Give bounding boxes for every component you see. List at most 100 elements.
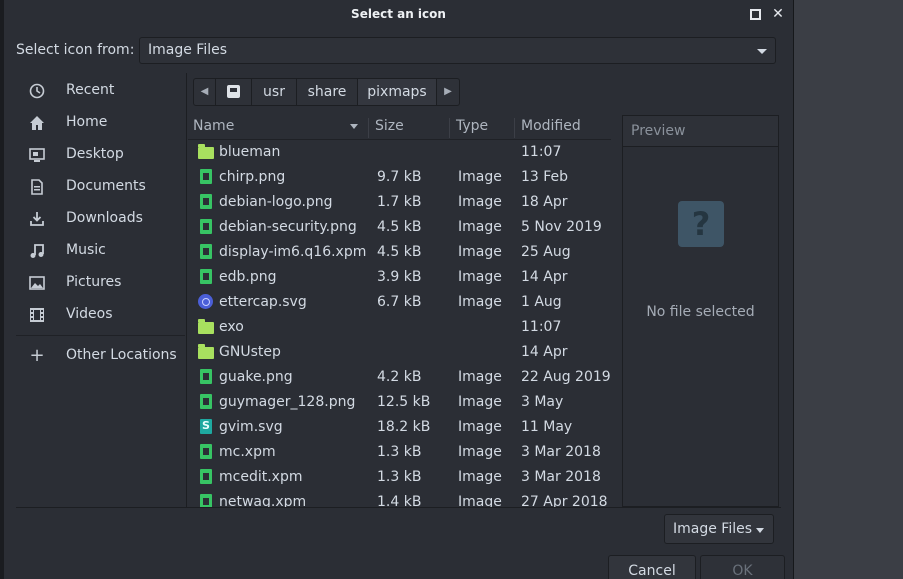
file-size: 1.3 kB: [377, 444, 422, 460]
clock-icon: [28, 82, 46, 100]
file-row[interactable]: ettercap.svg 6.7 kB Image 1 Aug: [188, 290, 611, 315]
file-modified: 3 Mar 2018: [521, 469, 601, 485]
path-scroll-right-button[interactable]: ▶: [437, 79, 459, 105]
column-header-type[interactable]: Type: [449, 118, 488, 138]
file-row[interactable]: blueman 11:07: [188, 140, 611, 165]
question-glyph: ?: [691, 205, 711, 243]
file-row[interactable]: mc.xpm 1.3 kB Image 3 Mar 2018: [188, 440, 611, 465]
file-row[interactable]: GNUstep 14 Apr: [188, 340, 611, 365]
sidebar-item-desktop[interactable]: Desktop: [16, 139, 185, 169]
file-row[interactable]: debian-logo.png 1.7 kB Image 18 Apr: [188, 190, 611, 215]
file-row[interactable]: chirp.png 9.7 kB Image 13 Feb: [188, 165, 611, 190]
close-icon[interactable]: ✕: [770, 6, 786, 22]
file-type: Image: [458, 169, 502, 185]
file-size: 1.4 kB: [377, 494, 422, 507]
file-size: 4.5 kB: [377, 219, 422, 235]
file-row[interactable]: guake.png 4.2 kB Image 22 Aug 2019: [188, 365, 611, 390]
file-modified: 25 Aug: [521, 244, 571, 260]
desktop-icon: [28, 146, 46, 164]
file-type: Image: [458, 244, 502, 260]
image-file-icon: [197, 443, 215, 461]
question-icon: ?: [678, 201, 724, 247]
sidebar-item-recent[interactable]: Recent: [16, 75, 185, 105]
sidebar-item-label: Music: [66, 242, 106, 258]
maximize-icon[interactable]: [747, 6, 763, 22]
path-segment-usr[interactable]: usr: [252, 79, 297, 105]
sidebar-item-home[interactable]: Home: [16, 107, 185, 137]
file-name: debian-logo.png: [219, 194, 333, 210]
file-type: Image: [458, 219, 502, 235]
videos-icon: [28, 306, 46, 324]
file-row[interactable]: display-im6.q16.xpm 4.5 kB Image 25 Aug: [188, 240, 611, 265]
pictures-icon: [28, 274, 46, 292]
file-row[interactable]: debian-security.png 4.5 kB Image 5 Nov 2019: [188, 215, 611, 240]
file-modified: 3 Mar 2018: [521, 444, 601, 460]
column-header-modified[interactable]: Modified: [514, 118, 581, 138]
sidebar-item-music[interactable]: Music: [16, 235, 185, 265]
path-scroll-left-button[interactable]: ◀: [194, 79, 216, 105]
sidebar-item-label: Desktop: [66, 146, 124, 162]
file-name: edb.png: [219, 269, 277, 285]
sidebar-item-label: Pictures: [66, 274, 122, 290]
folder-icon: [197, 318, 215, 336]
file-row[interactable]: netwag.xpm 1.4 kB Image 27 Apr 2018: [188, 490, 611, 507]
sidebar-item-pictures[interactable]: Pictures: [16, 267, 185, 297]
image-file-icon: [197, 218, 215, 236]
file-name: guake.png: [219, 369, 293, 385]
sidebar-item-downloads[interactable]: Downloads: [16, 203, 185, 233]
file-name: netwag.xpm: [219, 494, 307, 507]
path-bar: ◀ usr share pixmaps ▶: [193, 78, 460, 106]
file-list-header: Name Size Type Modified: [188, 113, 611, 140]
file-size: 9.7 kB: [377, 169, 422, 185]
file-row[interactable]: edb.png 3.9 kB Image 14 Apr: [188, 265, 611, 290]
file-row[interactable]: gvim.svg 18.2 kB Image 11 May: [188, 415, 611, 440]
image-file-icon: [197, 168, 215, 186]
file-modified: 11:07: [521, 319, 562, 335]
path-segment-share[interactable]: share: [297, 79, 358, 105]
preview-header: Preview: [623, 116, 778, 147]
path-root-button[interactable]: [216, 79, 252, 105]
file-type: Image: [458, 494, 502, 507]
chevron-down-icon: [756, 528, 764, 533]
column-header-name[interactable]: Name: [193, 118, 234, 138]
file-type: Image: [458, 394, 502, 410]
file-type-filter[interactable]: Image Files: [664, 514, 774, 544]
file-modified: 3 May: [521, 394, 564, 410]
file-type: Image: [458, 369, 502, 385]
file-modified: 1 Aug: [521, 294, 562, 310]
sidebar-item-label: Home: [66, 114, 108, 130]
sidebar-item-videos[interactable]: Videos: [16, 299, 185, 329]
sidebar-item-label: Documents: [66, 178, 146, 194]
image-file-icon: [197, 468, 215, 486]
file-name: exo: [219, 319, 244, 335]
file-row[interactable]: mcedit.xpm 1.3 kB Image 3 Mar 2018: [188, 465, 611, 490]
file-name: GNUstep: [219, 344, 281, 360]
file-row[interactable]: guymager_128.png 12.5 kB Image 3 May: [188, 390, 611, 415]
sidebar-item-other-locations[interactable]: + Other Locations: [16, 340, 185, 370]
sidebar-separator: [16, 335, 185, 336]
cancel-button-label: Cancel: [628, 563, 676, 579]
path-segment-pixmaps[interactable]: pixmaps: [358, 79, 437, 105]
image-file-icon: [197, 193, 215, 211]
background-window-right: [793, 0, 903, 579]
sort-descending-icon: [350, 124, 358, 129]
svg-file-icon: [197, 418, 215, 436]
file-name: gvim.svg: [219, 419, 283, 435]
sidebar-item-label: Other Locations: [66, 347, 177, 363]
file-row[interactable]: exo 11:07: [188, 315, 611, 340]
file-type: Image: [458, 469, 502, 485]
column-header-size[interactable]: Size: [368, 118, 404, 138]
folder-icon: [197, 343, 215, 361]
file-list: Name Size Type Modified blueman 11:07 chir…: [188, 113, 611, 507]
file-modified: 13 Feb: [521, 169, 569, 185]
cancel-button[interactable]: Cancel: [608, 555, 696, 579]
sidebar-item-label: Downloads: [66, 210, 143, 226]
sidebar-item-label: Videos: [66, 306, 113, 322]
file-modified: 22 Aug 2019: [521, 369, 611, 385]
file-modified: 18 Apr: [521, 194, 568, 210]
ok-button[interactable]: OK: [700, 555, 785, 579]
sidebar-item-documents[interactable]: Documents: [16, 171, 185, 201]
select-from-combo[interactable]: Image Files: [139, 37, 776, 64]
file-modified: 11 May: [521, 419, 573, 435]
file-size: 4.2 kB: [377, 369, 422, 385]
